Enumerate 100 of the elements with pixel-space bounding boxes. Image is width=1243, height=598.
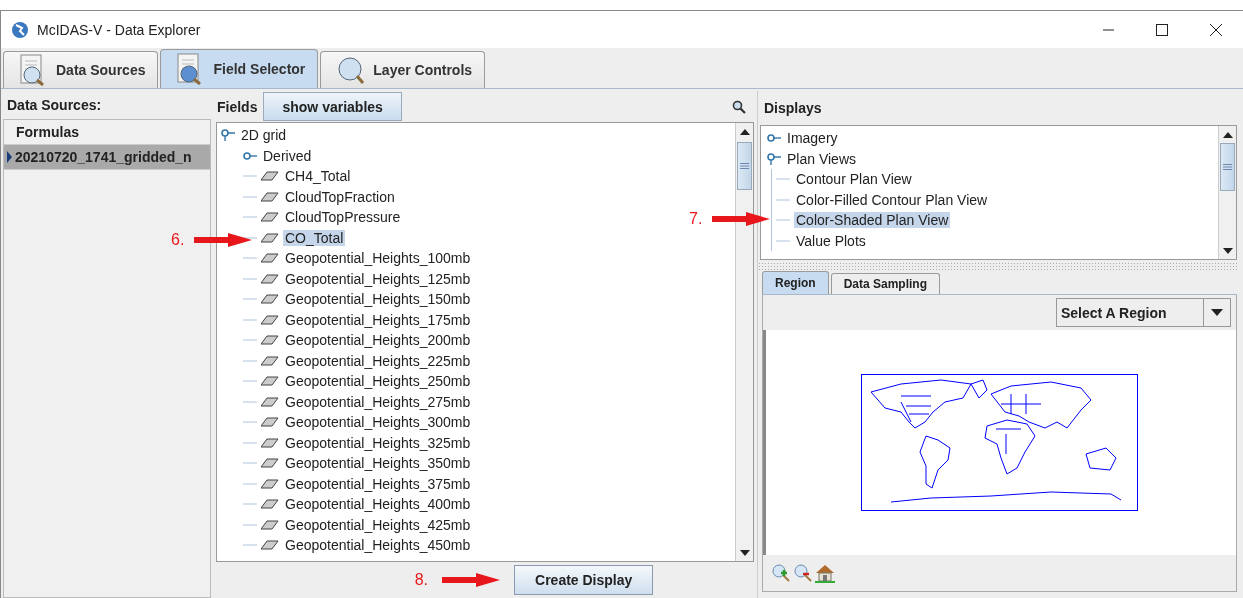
search-icon[interactable] xyxy=(732,99,746,114)
tree-item[interactable]: Geopotential_Heights_200mb xyxy=(283,332,473,349)
connector-line xyxy=(243,339,257,342)
field-icon xyxy=(261,396,279,407)
connector-line xyxy=(776,178,790,181)
connector-line xyxy=(243,298,257,301)
scroll-up-icon[interactable] xyxy=(739,128,750,135)
region-dropdown[interactable]: Select A Region xyxy=(1056,298,1231,327)
tree-item[interactable]: Geopotential_Heights_400mb xyxy=(283,496,473,513)
field-icon xyxy=(261,294,279,305)
scroll-down-icon[interactable] xyxy=(1222,247,1233,254)
field-icon xyxy=(261,171,279,182)
collapsed-node-icon[interactable] xyxy=(767,134,781,143)
tree-item[interactable]: Contour Plan View xyxy=(794,171,914,188)
field-icon xyxy=(261,335,279,346)
connector-line xyxy=(243,482,257,485)
field-icon xyxy=(261,478,279,489)
field-icon xyxy=(261,253,279,264)
tree-item[interactable]: Color-Filled Contour Plan View xyxy=(794,191,990,208)
minimize-icon[interactable] xyxy=(1102,28,1114,31)
scrollbar[interactable] xyxy=(1218,126,1236,259)
tree-item[interactable]: Geopotential_Heights_175mb xyxy=(283,311,473,328)
field-icon xyxy=(261,212,279,223)
tab[interactable]: Field Selector xyxy=(160,49,319,88)
scroll-up-icon[interactable] xyxy=(1222,131,1233,138)
connector-line xyxy=(243,195,257,198)
maximize-icon[interactable] xyxy=(1156,23,1168,36)
connector-line xyxy=(243,523,257,526)
zoom-in-icon[interactable] xyxy=(771,563,791,583)
tree-item[interactable]: Geopotential_Heights_325mb xyxy=(283,434,473,451)
tree-item[interactable]: Geopotential_Heights_100mb xyxy=(283,250,473,267)
app-icon xyxy=(11,20,29,39)
connector-line xyxy=(243,236,257,239)
annotation-label: 7. xyxy=(689,210,703,228)
tree-item[interactable]: CO_Total xyxy=(283,229,346,246)
grip-icon xyxy=(1223,164,1232,170)
expanded-node-icon[interactable] xyxy=(221,129,235,142)
tab[interactable]: Data Sampling xyxy=(830,273,941,294)
field-icon xyxy=(261,232,279,243)
connector-line xyxy=(776,239,790,242)
tree-item[interactable]: CloudTopPressure xyxy=(283,209,403,226)
scroll-down-icon[interactable] xyxy=(739,549,750,556)
tab[interactable]: Data Sources xyxy=(3,51,159,88)
annotation-arrow xyxy=(194,233,253,247)
collapsed-node-icon[interactable] xyxy=(243,151,257,160)
panel-header: Data Sources: xyxy=(6,96,103,115)
field-icon xyxy=(261,437,279,448)
expanded-node-icon[interactable] xyxy=(767,152,781,165)
connector-line xyxy=(243,400,257,403)
tab[interactable]: Region xyxy=(762,271,829,294)
tree-item[interactable]: Geopotential_Heights_300mb xyxy=(283,414,473,431)
scrollbar[interactable] xyxy=(735,123,753,561)
connector-line xyxy=(243,318,257,321)
field-icon xyxy=(261,499,279,510)
connector-line xyxy=(243,380,257,383)
close-icon[interactable] xyxy=(1210,23,1222,36)
tree-item[interactable]: Value Plots xyxy=(794,232,868,249)
tree-item[interactable]: Geopotential_Heights_225mb xyxy=(283,352,473,369)
field-icon xyxy=(261,314,279,325)
connector-line xyxy=(243,462,257,465)
home-icon[interactable] xyxy=(815,563,835,583)
tree-item[interactable]: Imagery xyxy=(785,130,840,147)
field-icon xyxy=(261,458,279,469)
annotation-arrow xyxy=(712,212,771,226)
tree-item[interactable]: Geopotential_Heights_150mb xyxy=(283,291,473,308)
connector-line xyxy=(243,277,257,280)
window-title: McIDAS-V - Data Explorer xyxy=(37,21,201,38)
tree-item[interactable]: Geopotential_Heights_350mb xyxy=(283,455,473,472)
field-icon xyxy=(261,191,279,202)
tab[interactable]: Layer Controls xyxy=(320,51,486,88)
create-display-button[interactable]: Create Display xyxy=(514,565,654,595)
tree-item[interactable]: Plan Views xyxy=(785,150,858,167)
world-map-drawing[interactable] xyxy=(861,373,1141,512)
tree-item[interactable]: Geopotential_Heights_375mb xyxy=(283,475,473,492)
annotation-label: 8. xyxy=(414,571,429,589)
tree-item[interactable]: CloudTopFraction xyxy=(283,188,397,205)
connector-line xyxy=(243,257,257,260)
connector-line xyxy=(243,441,257,444)
tree-item[interactable]: CH4_Total xyxy=(283,168,353,185)
tree-item[interactable]: Geopotential_Heights_425mb xyxy=(283,516,473,533)
caret-icon xyxy=(1211,309,1223,316)
tree-item[interactable]: Geopotential_Heights_450mb xyxy=(283,537,473,554)
panel-header: Displays xyxy=(763,99,823,118)
splitter-handle[interactable] xyxy=(758,262,1237,270)
tree-item[interactable]: Color-Shaded Plan View xyxy=(794,212,951,229)
tree-item[interactable]: 2D grid xyxy=(239,127,289,144)
tree-item[interactable]: Geopotential_Heights_250mb xyxy=(283,373,473,390)
annotation-label: 6. xyxy=(171,231,185,249)
grip-icon xyxy=(740,163,749,169)
tree-item[interactable]: Derived xyxy=(261,147,314,164)
field-icon xyxy=(261,273,279,284)
zoom-out-icon[interactable] xyxy=(793,563,813,583)
tree-item[interactable]: Geopotential_Heights_275mb xyxy=(283,393,473,410)
annotation-arrow xyxy=(442,573,501,587)
field-icon xyxy=(261,540,279,551)
connector-line xyxy=(776,219,790,222)
data-source-item[interactable]: 20210720_1741_gridded_n xyxy=(4,145,210,170)
tree-item[interactable]: Geopotential_Heights_125mb xyxy=(283,270,473,287)
show-variables-button[interactable]: show variables xyxy=(263,92,402,121)
field-icon xyxy=(261,519,279,530)
